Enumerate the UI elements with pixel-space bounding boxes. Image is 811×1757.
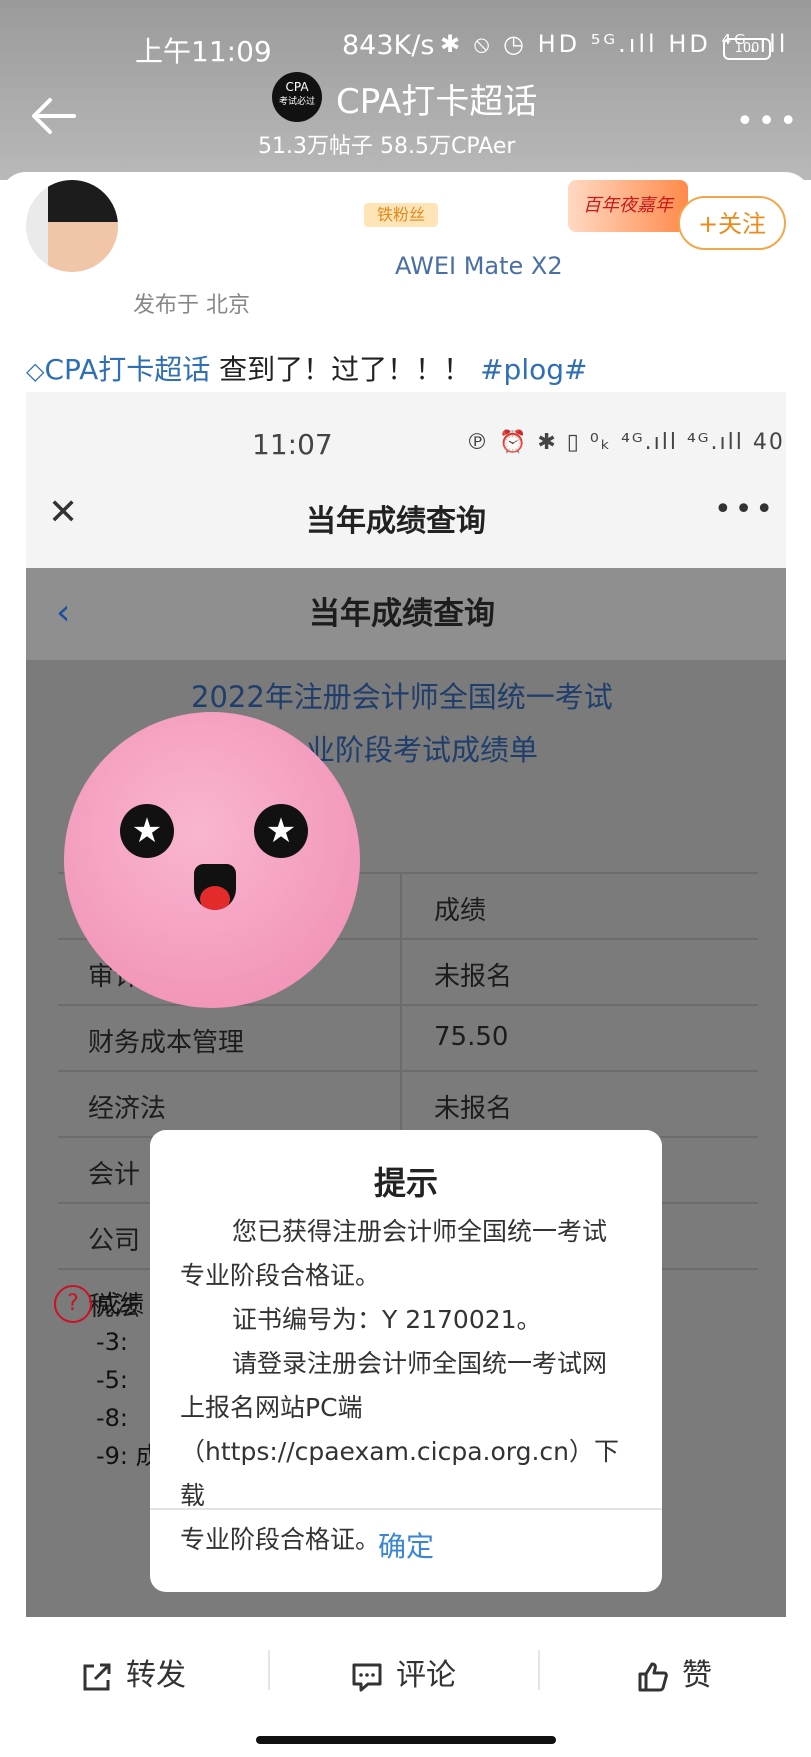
post-text: 查到了！过了！！！ (210, 353, 472, 386)
avatar[interactable] (26, 180, 118, 272)
table-row: 经济法 未报名 (58, 1070, 758, 1138)
close-icon: ✕ (48, 492, 79, 533)
image-more-icon: ••• (714, 492, 777, 527)
like-label: 赞 (682, 1658, 712, 1693)
thumbs-up-icon (638, 1662, 668, 1691)
certificate-number: 证书编号为：Y 2170021。 (232, 1305, 542, 1334)
share-icon (83, 1663, 111, 1690)
diamond-icon: ◇ (26, 357, 45, 385)
star-eye-icon: ★ (254, 804, 308, 858)
table-cell: 未报名 (434, 962, 513, 992)
table-row: 财务成本管理 75.50 (58, 1004, 758, 1072)
supertopic-logo: CPA 考试必过 (272, 72, 322, 122)
more-options-button[interactable]: ••• (736, 104, 801, 139)
repost-label: 转发 (126, 1658, 186, 1693)
table-cell: 会计 (88, 1160, 141, 1190)
like-button[interactable]: 赞 (636, 1650, 712, 1694)
table-cell: 经济法 (88, 1094, 167, 1124)
result-heading: 2022年注册会计师全国统一考试 (191, 680, 613, 714)
pink-face-sticker: ★ ★ (64, 712, 360, 1008)
comment-label: 评论 (396, 1658, 456, 1693)
star-eye-icon: ★ (120, 804, 174, 858)
hashtag-link[interactable]: #plog# (480, 353, 587, 386)
status-time: 上午11:09 (135, 35, 272, 68)
device-label: AWEI Mate X2 (395, 252, 563, 280)
status-network-speed: 843K/s (342, 30, 435, 61)
comment-button[interactable]: 评论 (350, 1650, 456, 1694)
follow-button[interactable]: +关注 (678, 196, 786, 250)
comment-icon (352, 1663, 382, 1691)
dialog-divider (150, 1508, 662, 1510)
table-cell: 公司 (88, 1226, 141, 1256)
topic-link[interactable]: CPA打卡超话 (44, 353, 210, 386)
dialog-title: 提示 (373, 1164, 438, 1202)
table-cell: 未报名 (434, 1094, 513, 1124)
fan-badge: 铁粉丝 (364, 203, 438, 227)
image-nav-title: 当年成绩查询 (309, 596, 495, 632)
posted-location: 发布于 北京 (133, 293, 250, 318)
dialog-url: （https://cpaexam.cicpa.org.cn）下载 (180, 1437, 620, 1510)
promo-badge: 百年夜嘉年 (568, 180, 688, 232)
divider (538, 1650, 540, 1690)
table-cell: 财务成本管理 (88, 1028, 245, 1058)
result-subheading: 业阶段考试成绩单 (306, 733, 539, 767)
page-title: CPA打卡超话 (336, 82, 538, 122)
post-body: ◇CPA打卡超话 查到了！过了！！！ #plog# (26, 348, 587, 388)
qualification-dialog: 提示 您已获得注册会计师全国统一考试 专业阶段合格证。 证书编号为：Y 2170… (150, 1130, 662, 1592)
action-bar: 转发 评论 赞 (0, 1620, 811, 1720)
dialog-line: 专业阶段合格证。 (180, 1261, 381, 1290)
logo-subtext: 考试必过 (278, 97, 315, 107)
dialog-ok-button: 确定 (377, 1530, 434, 1563)
battery-icon: 100 (723, 38, 771, 60)
page-subtitle: 51.3万帖子 58.5万CPAer (258, 134, 516, 159)
table-cell: 75.50 (434, 1022, 509, 1052)
question-icon: ? (54, 1285, 92, 1323)
logo-text: CPA (285, 80, 309, 94)
dialog-line: 上报名网站PC端 (180, 1393, 363, 1422)
mouth-icon (194, 864, 236, 910)
repost-button[interactable]: 转发 (80, 1650, 186, 1694)
arrow-left-icon (32, 98, 76, 134)
chevron-left-icon: ‹ (56, 592, 71, 633)
dialog-line: 请登录注册会计师全国统一考试网 (232, 1349, 608, 1378)
divider (268, 1650, 270, 1690)
image-app-header (26, 392, 786, 568)
table-header-cell: 成绩 (434, 896, 487, 926)
dialog-line: 您已获得注册会计师全国统一考试 (232, 1217, 608, 1246)
image-status-time: 11:07 (252, 428, 333, 461)
back-button[interactable] (30, 96, 76, 136)
home-indicator[interactable] (256, 1736, 556, 1744)
image-status-icons: ℗ ⏰ ✱ ▯ ⁰ₖ ⁴ᴳ.ıll ⁴ᴳ.ıll 40 (466, 430, 785, 455)
image-page-title: 当年成绩查询 (306, 504, 486, 539)
